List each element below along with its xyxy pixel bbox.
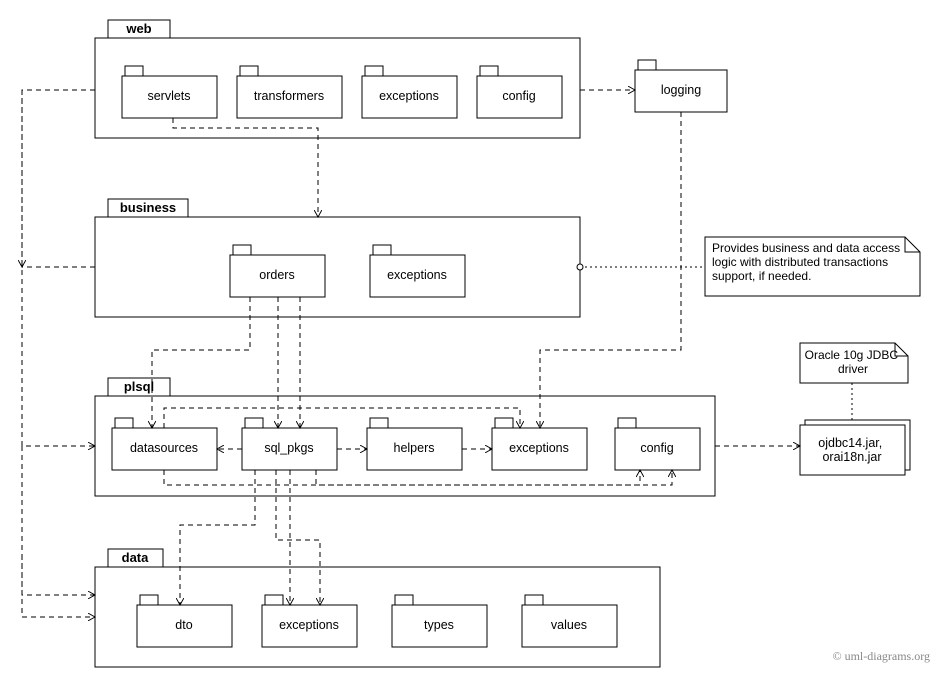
note-business: Provides business and data access logic …	[705, 237, 920, 296]
label-web: web	[125, 21, 151, 36]
note-jdbc: Oracle 10g JDBC driver	[800, 343, 908, 383]
dep-web-to-plsql	[22, 90, 95, 446]
label-servlets: servlets	[147, 89, 190, 103]
label-plsql-ex: exceptions	[509, 441, 569, 455]
label-values: values	[551, 618, 587, 632]
label-jdbc-jars: ojdbc14.jar, orai18n.jar	[818, 436, 885, 464]
label-web-exceptions: exceptions	[379, 89, 439, 103]
label-data-ex: exceptions	[279, 618, 339, 632]
label-logging: logging	[661, 83, 701, 97]
package-business: business orders exceptions	[95, 199, 580, 317]
label-plsql: plsql	[124, 379, 154, 394]
label-helpers: helpers	[394, 441, 435, 455]
dep-spine-to-data-mid	[22, 555, 95, 595]
label-orders: orders	[259, 268, 294, 282]
label-transformers: transformers	[254, 89, 324, 103]
label-biz-exceptions: exceptions	[387, 268, 447, 282]
label-data: data	[122, 550, 150, 565]
label-web-config: config	[502, 89, 535, 103]
component-jdbc-jars: ojdbc14.jar, orai18n.jar	[800, 420, 910, 475]
package-web: web servlets transformers exceptions con…	[95, 20, 580, 138]
label-sqlpkgs: sql_pkgs	[264, 441, 313, 455]
package-plsql: plsql datasources sql_pkgs helpers excep…	[95, 378, 715, 496]
dep-web-to-data-bottom	[22, 446, 95, 617]
uml-package-diagram: web servlets transformers exceptions con…	[0, 0, 940, 675]
label-types: types	[424, 618, 454, 632]
label-business: business	[120, 200, 176, 215]
label-datasources: datasources	[130, 441, 198, 455]
label-plsql-config: config	[640, 441, 673, 455]
edges	[22, 90, 852, 617]
package-logging: logging	[635, 60, 727, 112]
dep-web-to-business-left	[22, 90, 95, 267]
footer-credit: © uml-diagrams.org	[832, 649, 930, 663]
label-dto: dto	[175, 618, 192, 632]
